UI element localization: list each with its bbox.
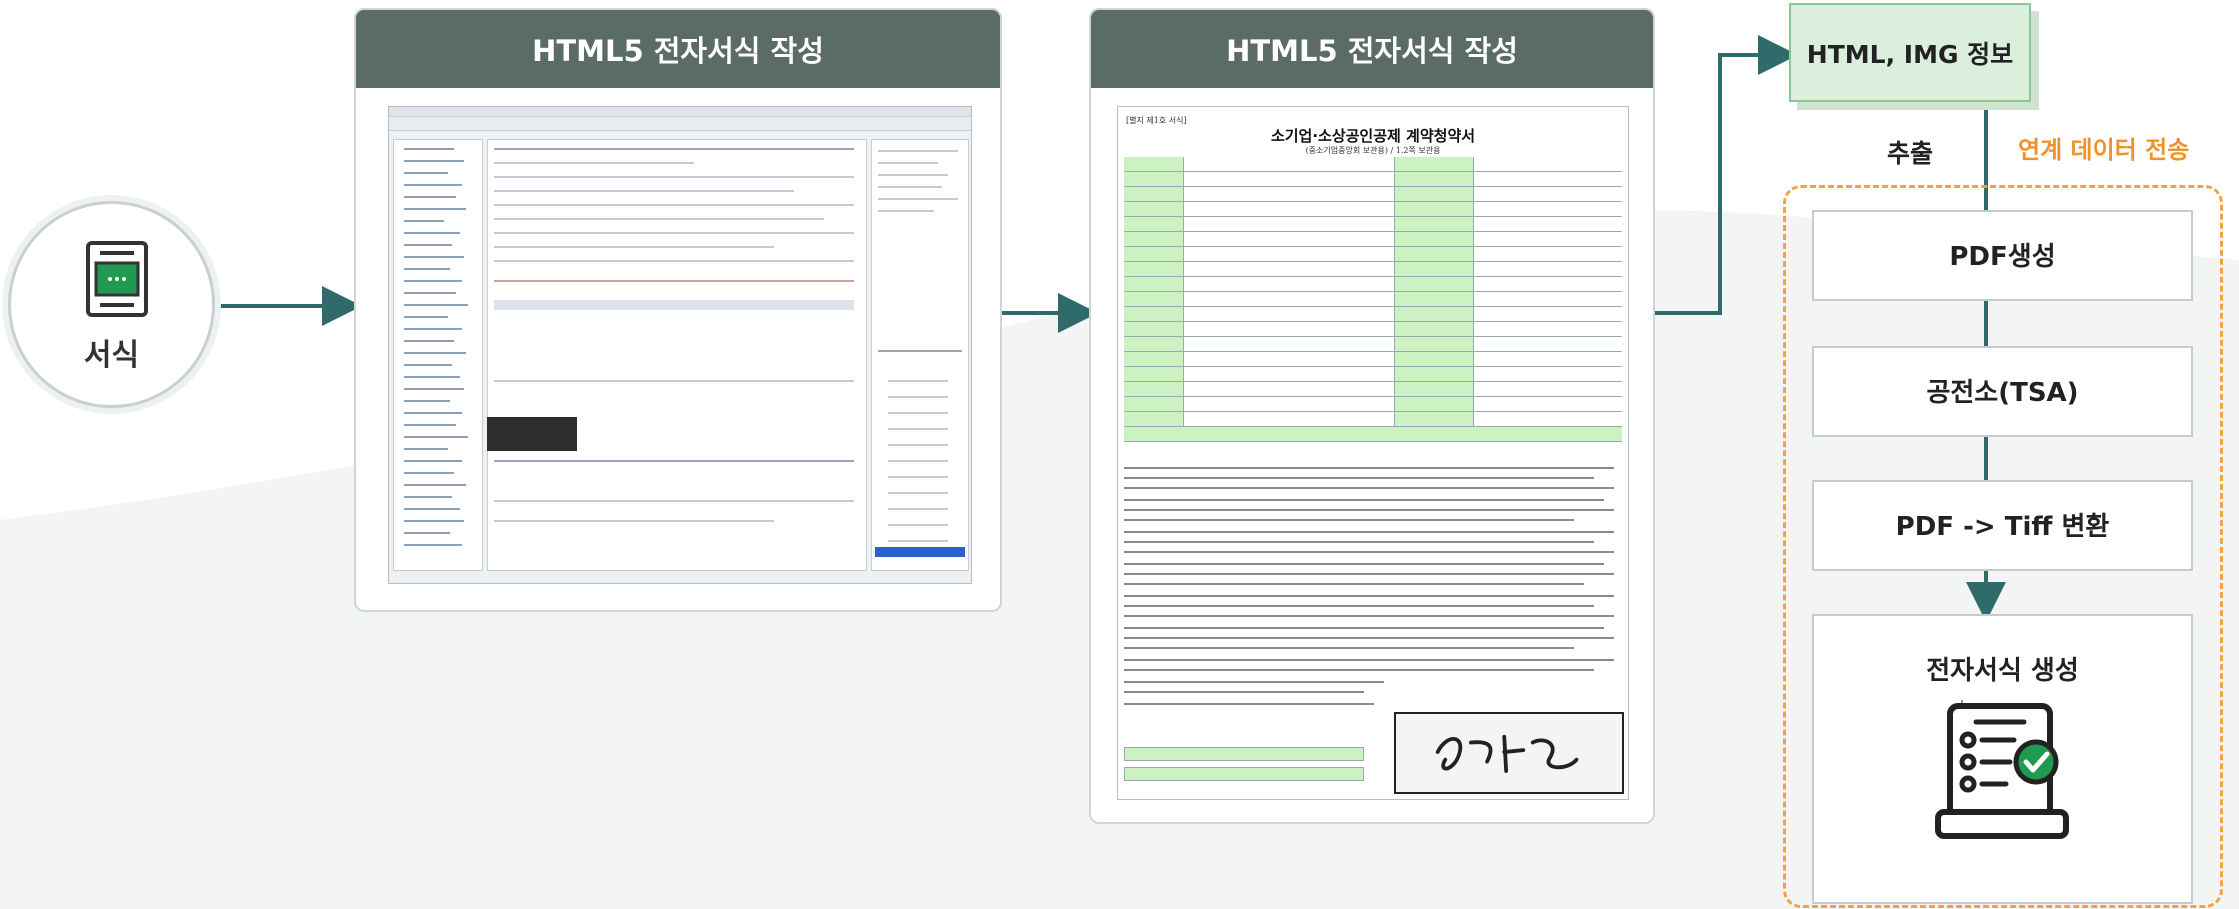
form-subtitle: (중소기업중앙회 보관용) / 1.2쪽 보관용 <box>1305 146 1441 155</box>
console-panel <box>487 417 577 451</box>
properties-panel <box>871 139 969 571</box>
project-tree <box>393 139 483 571</box>
transfer-label: 연계 데이터 전송 <box>2018 136 2190 164</box>
panel-title: HTML5 전자서식 작성 <box>356 10 1000 88</box>
form-document-icon <box>86 241 148 317</box>
contract-form-preview: [별지 제1호 서식] 소기업·소상공인공제 계약청약서 (중소기업중앙회 보관… <box>1117 106 1629 800</box>
checklist-document-icon <box>1935 700 2069 839</box>
selected-row <box>875 547 965 557</box>
step-pdf-to-tiff: PDF -> Tiff 변환 <box>1812 480 2193 571</box>
editor-screenshot <box>388 106 972 584</box>
extract-box: HTML, IMG 정보 추출 <box>1789 3 2031 168</box>
step-pdf-create: PDF생성 <box>1812 210 2193 301</box>
start-label: 서식 <box>83 338 140 373</box>
signature-image <box>1394 712 1624 794</box>
editor-panel: HTML5 전자서식 작성 <box>354 8 1002 612</box>
panel-title: HTML5 전자서식 작성 <box>1091 10 1653 88</box>
form-grid <box>1124 157 1622 457</box>
form-title: 소기업·소상공인공제 계약청약서 <box>1270 127 1476 145</box>
step-tsa: 공전소(TSA) <box>1812 346 2193 437</box>
form-panel: HTML5 전자서식 작성 [별지 제1호 서식] 소기업·소상공인공제 계약청… <box>1089 8 1655 824</box>
form-designer <box>487 139 867 571</box>
